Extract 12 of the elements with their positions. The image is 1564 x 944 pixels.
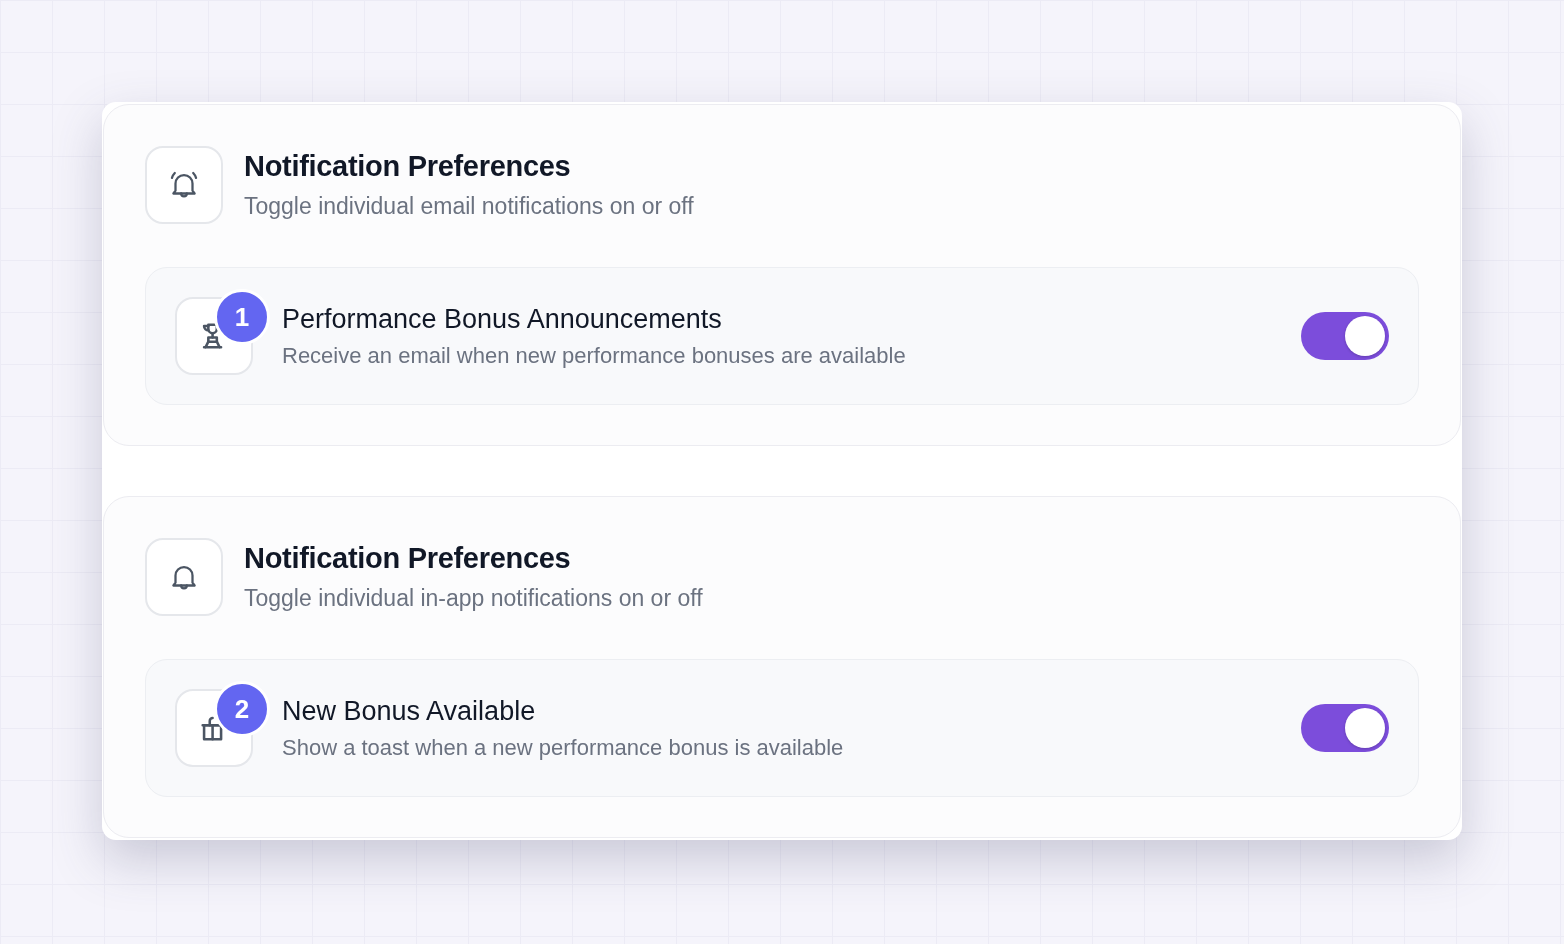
- section-subtitle: Toggle individual in-app notifications on or off: [244, 585, 703, 612]
- toggle-switch[interactable]: [1301, 704, 1389, 752]
- toggle-switch[interactable]: [1301, 312, 1389, 360]
- item-description: Show a toast when a new performance bonus is available: [282, 734, 845, 761]
- item-title: Performance Bonus Announcements: [282, 303, 723, 335]
- item-description: Receive an email when new performance bonuses are available: [282, 342, 907, 369]
- section-title: Notification Preferences: [244, 150, 572, 183]
- number-badge: 2: [214, 681, 270, 737]
- number-badge: 1: [214, 289, 270, 345]
- item-title: New Bonus Available: [282, 695, 537, 727]
- section-subtitle: Toggle individual email notifications on or off: [244, 193, 694, 220]
- section-title: Notification Preferences: [244, 542, 572, 575]
